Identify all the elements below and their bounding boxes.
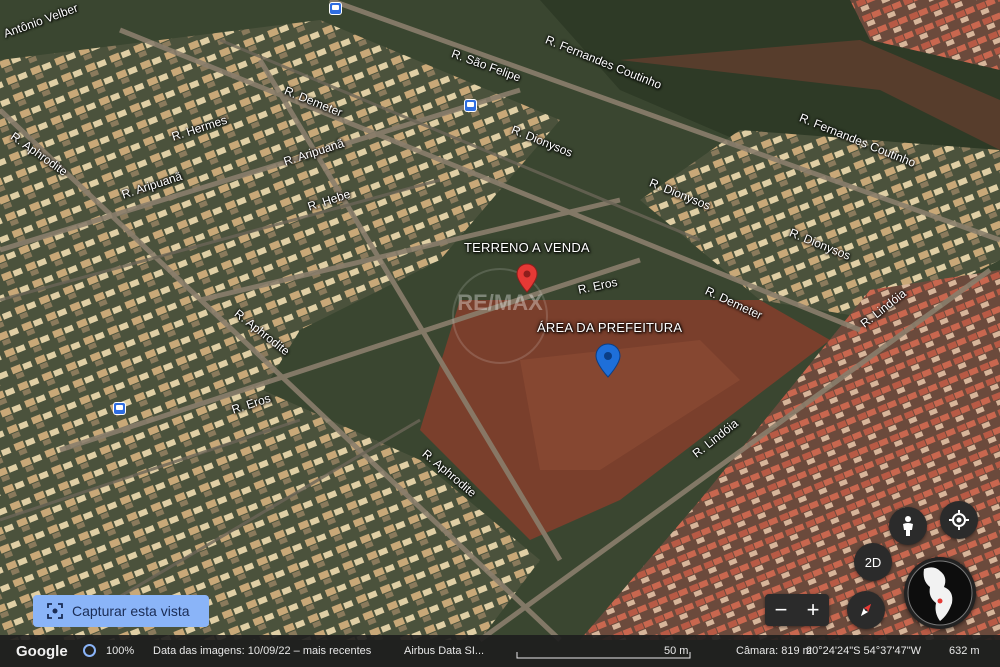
globe-minimap[interactable] (904, 557, 976, 629)
coordinates: 20°24'24"S 54°37'47"W (806, 645, 921, 657)
bus-stop-icon[interactable] (464, 99, 477, 112)
pegman-icon (903, 516, 913, 536)
zoom-percent: 100% (106, 645, 135, 657)
capture-view-label: Capturar esta vista (72, 603, 190, 619)
attribution[interactable]: Airbus Data SI... (404, 645, 484, 657)
capture-view-button[interactable]: Capturar esta vista (33, 595, 209, 627)
view-mode-2d-button[interactable]: 2D (854, 543, 892, 581)
map-view[interactable]: RE/MAX Antônio Velber R. São Felipe R. F… (0, 0, 1000, 667)
red-map-pin-icon[interactable] (516, 263, 538, 293)
place-label-terreno: TERRENO A VENDA (464, 240, 590, 255)
zoom-in-button[interactable]: + (797, 594, 829, 626)
location-target-icon (949, 510, 969, 530)
compass-button[interactable] (847, 591, 885, 629)
blue-map-pin-icon[interactable] (595, 343, 621, 378)
loading-ring-icon (83, 644, 96, 657)
ground-altitude: 632 m (949, 645, 980, 657)
compass-icon (860, 603, 872, 617)
bus-stop-icon[interactable] (329, 2, 342, 15)
imagery-date: Data das imagens: 10/09/22 – mais recent… (153, 645, 372, 657)
camera-altitude: Câmara: 819 m (736, 645, 812, 657)
street-view-button[interactable] (889, 507, 927, 545)
scale-bar-icon (516, 652, 691, 659)
place-label-prefeitura: ÁREA DA PREFEITURA (537, 320, 683, 335)
my-location-button[interactable] (940, 501, 978, 539)
capture-icon (47, 603, 63, 619)
bus-stop-icon[interactable] (113, 402, 126, 415)
zoom-controls: − + (765, 594, 829, 626)
zoom-out-button[interactable]: − (765, 594, 797, 626)
globe-icon (907, 560, 973, 626)
status-bar: Google 100% Data das imagens: 10/09/22 –… (0, 635, 1000, 667)
google-logo: Google (16, 642, 68, 660)
